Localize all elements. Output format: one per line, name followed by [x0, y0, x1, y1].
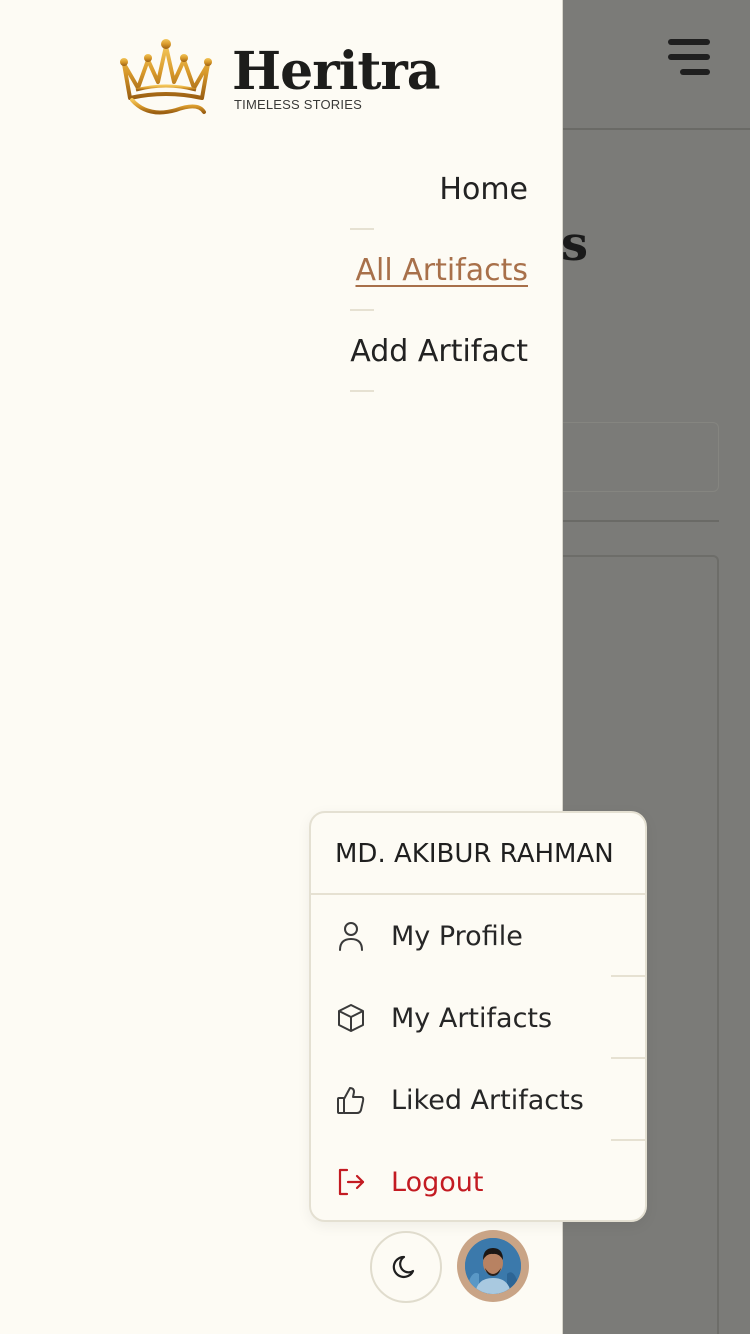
brand-logo[interactable]: Heritra TIMELESS STORIES — [118, 38, 440, 122]
nav-drawer: Heritra TIMELESS STORIES Home All Artifa… — [0, 0, 647, 1334]
menu-item-logout[interactable]: Logout — [311, 1141, 645, 1220]
nav-item-home[interactable]: Home — [350, 168, 528, 230]
menu-item-label: Logout — [391, 1166, 484, 1198]
moon-icon — [392, 1255, 415, 1279]
user-name: MD. AKIBUR RAHMAN — [311, 813, 645, 895]
main-nav: Home All Artifacts Add Artifact — [350, 168, 528, 411]
nav-item-add-artifact[interactable]: Add Artifact — [350, 330, 528, 392]
thumbs-up-icon — [337, 1087, 365, 1114]
avatar-image — [465, 1238, 521, 1294]
nav-item-all-artifacts[interactable]: All Artifacts — [350, 249, 528, 311]
user-dropdown: MD. AKIBUR RAHMAN My Profile My Artifact… — [309, 811, 647, 1222]
logout-icon — [338, 1168, 365, 1196]
avatar-icon — [465, 1238, 521, 1294]
brand-tagline: TIMELESS STORIES — [234, 97, 362, 112]
header-divider — [563, 128, 750, 130]
menu-item-my-artifacts[interactable]: My Artifacts — [311, 977, 645, 1059]
crown-icon — [120, 39, 212, 115]
user-icon — [339, 922, 363, 951]
background-divider — [563, 520, 719, 522]
theme-toggle-button[interactable] — [370, 1231, 442, 1303]
menu-item-liked-artifacts[interactable]: Liked Artifacts — [311, 1059, 645, 1141]
menu-item-label: My Artifacts — [391, 1002, 553, 1034]
menu-line-icon — [668, 54, 710, 60]
menu-item-label: Liked Artifacts — [391, 1084, 584, 1116]
menu-item-label: My Profile — [391, 920, 523, 952]
menu-toggle-button[interactable] — [664, 36, 714, 80]
user-avatar-button[interactable] — [457, 1230, 529, 1302]
page-title-fragment: s — [561, 216, 589, 272]
menu-line-icon — [668, 39, 710, 45]
brand-name: Heritra — [232, 41, 440, 102]
box-icon — [338, 1004, 364, 1032]
menu-line-icon — [680, 69, 710, 75]
menu-item-my-profile[interactable]: My Profile — [311, 895, 645, 977]
background-search-box — [563, 422, 719, 492]
